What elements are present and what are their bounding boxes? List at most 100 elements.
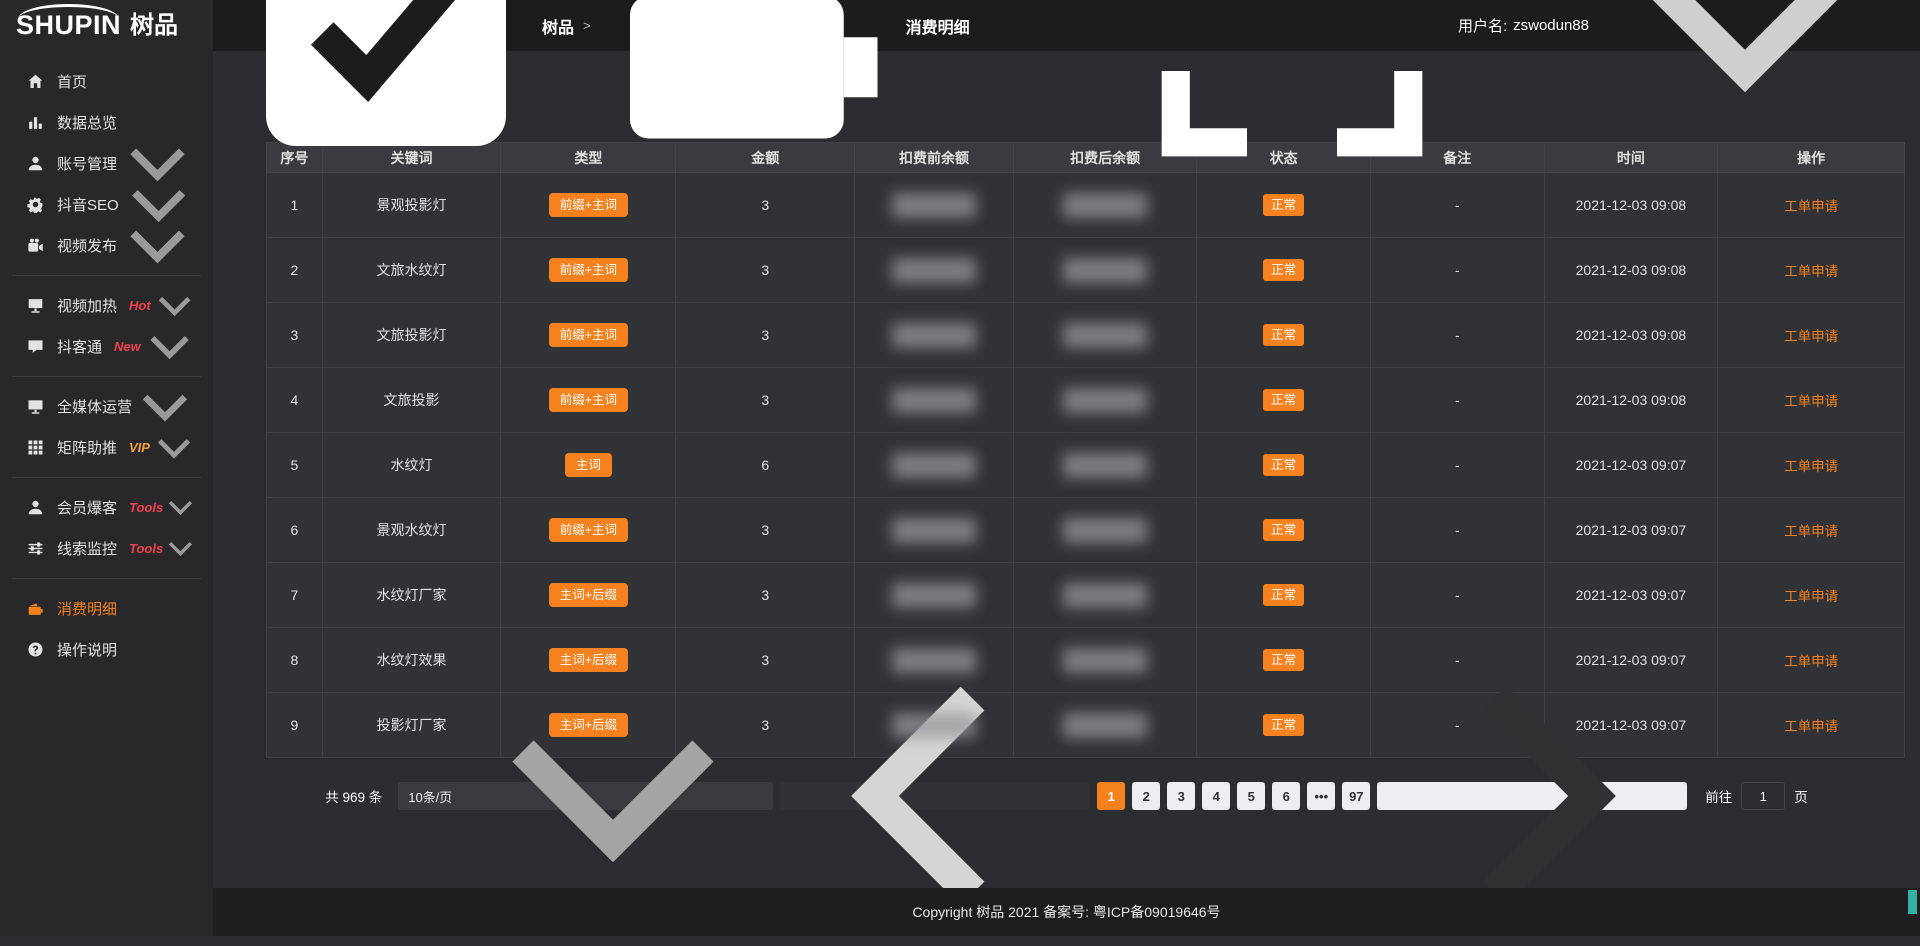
work-order-link[interactable]: 工单申请 bbox=[1784, 199, 1838, 214]
sidebar-divider bbox=[12, 477, 201, 478]
page-button-1[interactable]: 1 bbox=[1097, 782, 1125, 810]
masked-balance-after bbox=[1063, 388, 1147, 413]
scrollbar-thumb[interactable] bbox=[1908, 890, 1917, 914]
consume-icon bbox=[600, 0, 900, 176]
page-button-5[interactable]: 5 bbox=[1237, 782, 1265, 810]
masked-balance-before bbox=[892, 453, 976, 478]
cell-keyword: 景观投影灯 bbox=[322, 173, 501, 238]
cell-index: 2 bbox=[267, 238, 323, 303]
prev-page-button[interactable] bbox=[780, 782, 1090, 810]
sidebar-item-clue-monitor[interactable]: 线索监控Tools bbox=[0, 528, 213, 569]
sidebar-item-label: 账号管理 bbox=[57, 153, 117, 174]
sidebar-item-member-burst[interactable]: 会员爆客Tools bbox=[0, 487, 213, 528]
cell-remark: - bbox=[1370, 498, 1544, 563]
cell-time: 2021-12-03 09:07 bbox=[1544, 498, 1718, 563]
cell-amount: 3 bbox=[676, 238, 855, 303]
page-size-select[interactable]: 10条/页 bbox=[398, 782, 773, 810]
chevron-down-icon bbox=[117, 205, 198, 286]
footer: Copyright 树品 2021 备案号: 粤ICP备09019646号 bbox=[213, 888, 1920, 936]
sidebar-item-label: 抖音SEO bbox=[57, 194, 119, 215]
doc-check-icon bbox=[236, 0, 536, 176]
sidebar-item-home[interactable]: 首页 bbox=[0, 61, 213, 102]
cell-time: 2021-12-03 09:07 bbox=[1544, 433, 1718, 498]
cell-remark: - bbox=[1370, 563, 1544, 628]
username-label: 用户名: bbox=[1458, 15, 1507, 36]
sidebar-item-video-publish[interactable]: 视频发布 bbox=[0, 225, 213, 266]
masked-balance-before bbox=[892, 583, 976, 608]
table-row: 4文旅投影前缀+主词3正常-2021-12-03 09:08工单申请 bbox=[267, 368, 1905, 433]
work-order-link[interactable]: 工单申请 bbox=[1784, 264, 1838, 279]
sidebar: 首页数据总览账号管理抖音SEO视频发布视频加热Hot抖客通New全媒体运营矩阵助… bbox=[0, 51, 213, 936]
table-row: 3文旅投影灯前缀+主词3正常-2021-12-03 09:08工单申请 bbox=[267, 303, 1905, 368]
username-value: zswodun88 bbox=[1513, 17, 1589, 34]
work-order-link[interactable]: 工单申请 bbox=[1784, 589, 1838, 604]
cell-amount: 3 bbox=[676, 563, 855, 628]
masked-balance-before bbox=[892, 193, 976, 218]
cell-index: 3 bbox=[267, 303, 323, 368]
cell-remark: - bbox=[1370, 173, 1544, 238]
masked-balance-after bbox=[1063, 583, 1147, 608]
sidebar-item-label: 抖客通 bbox=[57, 336, 102, 357]
page-button-97[interactable]: 97 bbox=[1342, 782, 1370, 810]
cell-index: 9 bbox=[267, 693, 323, 758]
sidebar-item-matrix-boost[interactable]: 矩阵助推VIP bbox=[0, 427, 213, 468]
cell-keyword: 文旅水纹灯 bbox=[322, 238, 501, 303]
cell-amount: 3 bbox=[676, 498, 855, 563]
cell-index: 6 bbox=[267, 498, 323, 563]
work-order-link[interactable]: 工单申请 bbox=[1784, 394, 1838, 409]
user-menu[interactable]: 用户名: zswodun88 bbox=[1458, 0, 1895, 176]
table-row: 7水纹灯厂家主词+后缀3正常-2021-12-03 09:07工单申请 bbox=[267, 563, 1905, 628]
cell-index: 8 bbox=[267, 628, 323, 693]
sidebar-divider bbox=[12, 578, 201, 579]
masked-balance-before bbox=[892, 648, 976, 673]
logo-text-cn: 树品 bbox=[130, 14, 178, 38]
keyword-type-badge: 主词+后缀 bbox=[549, 583, 628, 608]
goto-page-input[interactable] bbox=[1741, 782, 1785, 810]
cell-remark: - bbox=[1370, 238, 1544, 303]
goto-label: 前往 bbox=[1705, 786, 1732, 806]
breadcrumb-item-home[interactable]: 树品 bbox=[236, 0, 574, 176]
work-order-link[interactable]: 工单申请 bbox=[1784, 459, 1838, 474]
page-ellipsis-button[interactable]: ••• bbox=[1307, 782, 1335, 810]
sidebar-item-label: 视频发布 bbox=[57, 235, 117, 256]
chat-icon bbox=[27, 338, 44, 355]
cell-keyword: 文旅投影 bbox=[322, 368, 501, 433]
status-badge: 正常 bbox=[1263, 519, 1304, 542]
chevron-down-icon bbox=[150, 424, 198, 472]
sidebar-item-tag: Tools bbox=[129, 500, 163, 515]
fullscreen-icon[interactable] bbox=[1142, 0, 1442, 176]
cell-remark: - bbox=[1370, 303, 1544, 368]
cell-amount: 3 bbox=[676, 303, 855, 368]
copyright-text: Copyright 树品 2021 备案号: 粤ICP备09019646号 bbox=[912, 902, 1220, 922]
sidebar-item-all-media-operation[interactable]: 全媒体运营 bbox=[0, 386, 213, 427]
page-button-6[interactable]: 6 bbox=[1272, 782, 1300, 810]
monitor-icon bbox=[27, 398, 44, 415]
breadcrumb-item-current[interactable]: 消费明细 bbox=[600, 0, 970, 176]
work-order-link[interactable]: 工单申请 bbox=[1784, 329, 1838, 344]
chevron-down-icon bbox=[1595, 0, 1895, 176]
masked-balance-after bbox=[1063, 453, 1147, 478]
sidebar-item-instructions[interactable]: 操作说明 bbox=[0, 629, 213, 670]
work-order-link[interactable]: 工单申请 bbox=[1784, 654, 1838, 669]
sidebar-item-consume-detail[interactable]: 消费明细 bbox=[0, 588, 213, 629]
cell-time: 2021-12-03 09:07 bbox=[1544, 563, 1718, 628]
cell-amount: 3 bbox=[676, 173, 855, 238]
sidebar-item-label: 操作说明 bbox=[57, 639, 117, 660]
pagination-total: 共 969 条 bbox=[325, 786, 382, 806]
work-order-link[interactable]: 工单申请 bbox=[1784, 524, 1838, 539]
page-size-value: 10条/页 bbox=[408, 787, 452, 806]
keyword-type-badge: 前缀+主词 bbox=[549, 388, 628, 413]
work-order-link[interactable]: 工单申请 bbox=[1784, 719, 1838, 734]
page-button-2[interactable]: 2 bbox=[1132, 782, 1160, 810]
sidebar-item-douketong[interactable]: 抖客通New bbox=[0, 326, 213, 367]
cell-index: 7 bbox=[267, 563, 323, 628]
next-page-button[interactable] bbox=[1377, 782, 1687, 810]
page-button-4[interactable]: 4 bbox=[1202, 782, 1230, 810]
table-row: 6景观水纹灯前缀+主词3正常-2021-12-03 09:07工单申请 bbox=[267, 498, 1905, 563]
keyword-type-badge: 前缀+主词 bbox=[549, 323, 628, 348]
pagination: 共 969 条 10条/页 123456•••97 前往 页 bbox=[213, 782, 1920, 810]
main-content: 余额:24856.00 序号关键词类型金额扣费前余额扣费后余额状态备注时间操作 … bbox=[213, 51, 1920, 936]
chevron-down-icon bbox=[163, 531, 198, 566]
video-icon bbox=[27, 237, 44, 254]
page-button-3[interactable]: 3 bbox=[1167, 782, 1195, 810]
